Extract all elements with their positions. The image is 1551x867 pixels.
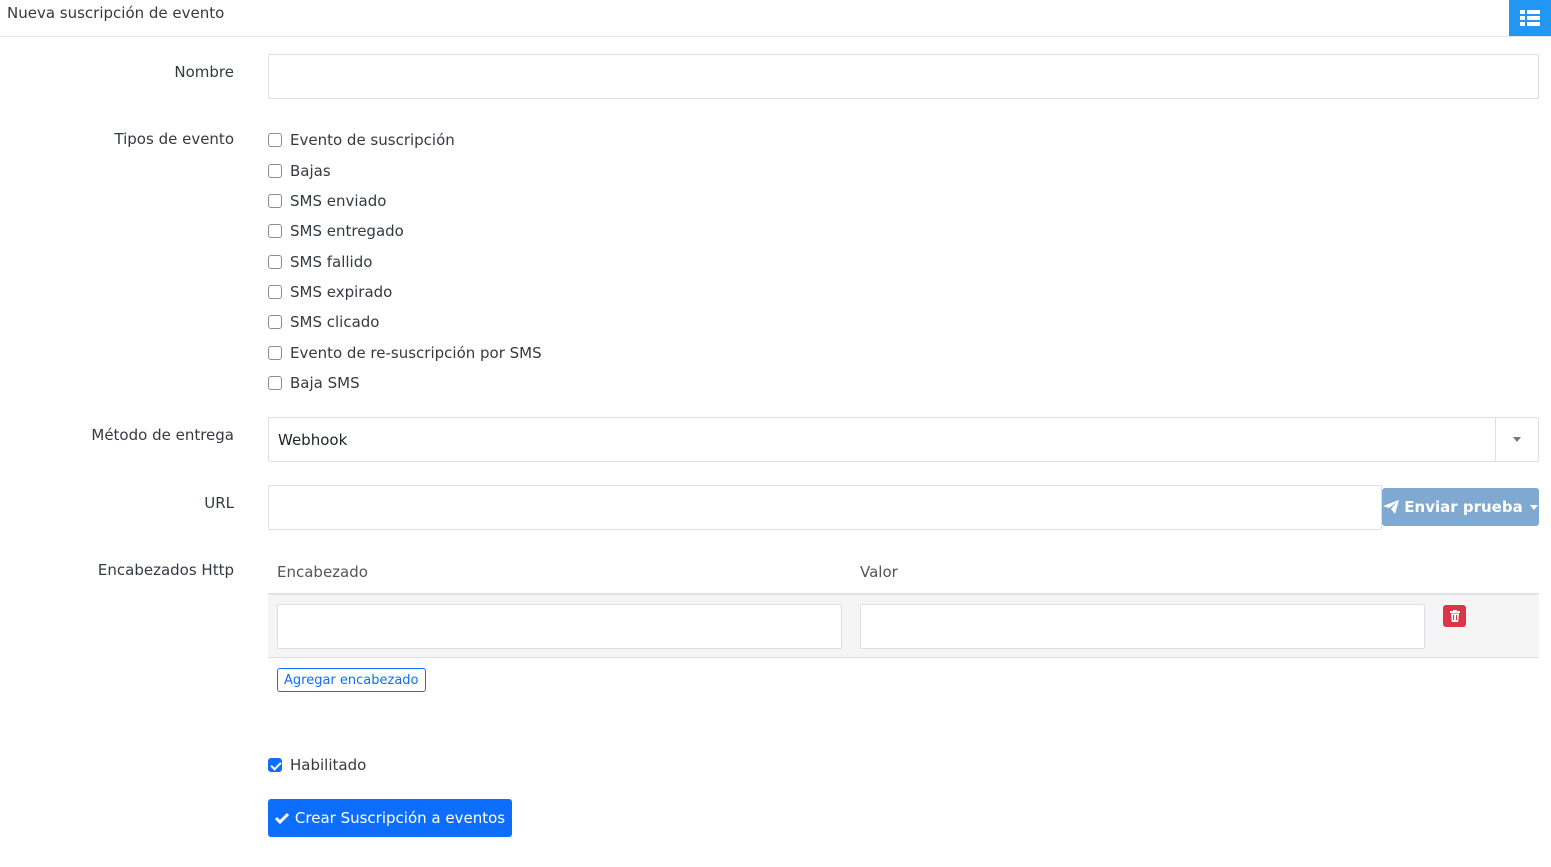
event-type-option[interactable]: Bajas (268, 160, 331, 182)
nombre-input[interactable] (268, 54, 1539, 99)
event-type-option[interactable]: SMS expirado (268, 281, 392, 303)
paper-plane-icon (1383, 500, 1400, 514)
list-view-button[interactable] (1509, 0, 1551, 36)
habilitado-label: Habilitado (290, 756, 367, 774)
event-type-label: SMS clicado (290, 313, 380, 331)
title-bar: Nueva suscripción de evento (0, 0, 1551, 37)
list-icon (1520, 10, 1540, 26)
checkbox[interactable] (268, 164, 282, 178)
create-subscription-button[interactable]: Crear Suscripción a eventos (268, 799, 512, 837)
delete-header-button[interactable] (1443, 605, 1466, 627)
checkbox[interactable] (268, 194, 282, 208)
header-name-input[interactable] (277, 604, 842, 649)
checkbox[interactable] (268, 255, 282, 269)
checkbox[interactable] (268, 285, 282, 299)
add-header-button[interactable]: Agregar encabezado (277, 668, 426, 692)
event-type-label: Evento de suscripción (290, 131, 455, 149)
event-type-option[interactable]: Evento de suscripción (268, 129, 455, 151)
create-subscription-label: Crear Suscripción a eventos (294, 809, 506, 827)
event-type-option[interactable]: Baja SMS (268, 372, 360, 394)
event-type-label: SMS fallido (290, 253, 373, 271)
send-test-button[interactable]: Enviar prueba (1382, 488, 1539, 526)
url-input[interactable] (268, 485, 1382, 530)
page-title: Nueva suscripción de evento (7, 4, 225, 22)
event-type-label: Evento de re-suscripción por SMS (290, 344, 542, 362)
check-icon (274, 812, 289, 824)
metodo-label: Método de entrega (91, 426, 234, 444)
checkbox[interactable] (268, 376, 282, 390)
headers-label: Encabezados Http (97, 561, 234, 579)
checkbox[interactable] (268, 133, 282, 147)
trash-icon (1449, 610, 1460, 622)
event-type-option[interactable]: SMS entregado (268, 220, 404, 242)
send-test-label: Enviar prueba (1404, 498, 1523, 516)
event-type-option[interactable]: Evento de re-suscripción por SMS (268, 342, 542, 364)
event-type-option[interactable]: SMS clicado (268, 311, 379, 333)
event-type-label: Bajas (290, 162, 331, 180)
tipos-label: Tipos de evento (114, 130, 234, 148)
event-type-label: Baja SMS (290, 374, 360, 392)
url-label: URL (204, 494, 234, 512)
event-type-label: SMS enviado (290, 192, 387, 210)
col-header-label: Encabezado (277, 563, 368, 581)
nombre-label: Nombre (174, 63, 234, 81)
checkbox[interactable] (268, 346, 282, 360)
event-type-option[interactable]: SMS enviado (268, 190, 386, 212)
checkbox[interactable] (268, 315, 282, 329)
checkbox[interactable] (268, 224, 282, 238)
metodo-select[interactable]: Webhook (268, 417, 1539, 462)
header-value-input[interactable] (860, 604, 1425, 649)
caret-down-icon (1529, 504, 1538, 510)
metodo-selected-value: Webhook (278, 430, 348, 449)
col-value-label: Valor (860, 563, 898, 581)
chevron-down-icon[interactable] (1495, 418, 1538, 461)
event-type-label: SMS entregado (290, 222, 404, 240)
event-type-label: SMS expirado (290, 283, 393, 301)
habilitado-checkbox[interactable] (268, 758, 282, 772)
habilitado-option[interactable]: Habilitado (268, 754, 366, 776)
event-type-option[interactable]: SMS fallido (268, 251, 372, 273)
